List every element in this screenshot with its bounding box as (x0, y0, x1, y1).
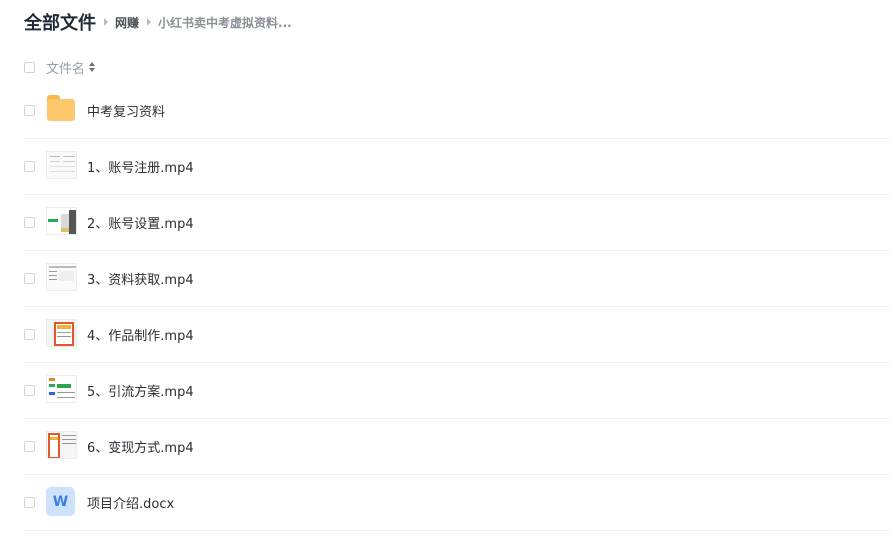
file-name[interactable]: 3、资料获取.mp4 (87, 269, 194, 288)
breadcrumb-separator-icon (104, 18, 108, 26)
video-thumbnail (46, 375, 77, 406)
file-name[interactable]: 1、账号注册.mp4 (87, 157, 194, 176)
file-row[interactable]: 5、引流方案.mp4 (24, 363, 891, 419)
sort-icon[interactable] (89, 62, 96, 72)
row-checkbox[interactable] (24, 105, 35, 116)
breadcrumb-level2[interactable]: 小红书卖中考虚拟资料... (158, 14, 292, 31)
row-checkbox[interactable] (24, 329, 35, 340)
row-checkbox[interactable] (24, 497, 35, 508)
breadcrumb-level1[interactable]: 网赚 (115, 14, 139, 31)
file-name[interactable]: 4、作品制作.mp4 (87, 325, 194, 344)
file-name[interactable]: 项目介绍.docx (87, 493, 174, 512)
row-checkbox[interactable] (24, 161, 35, 172)
row-checkbox[interactable] (24, 441, 35, 452)
video-thumbnail (46, 263, 77, 294)
file-list: 中考复习资料 1、账号注册.mp4 2、账号设置.mp4 3、资料获取.mp4 … (24, 83, 891, 531)
file-row[interactable]: 2、账号设置.mp4 (24, 195, 891, 251)
file-row[interactable]: W 项目介绍.docx (24, 475, 891, 531)
row-checkbox[interactable] (24, 273, 35, 284)
select-all-checkbox[interactable] (24, 61, 35, 73)
row-checkbox[interactable] (24, 385, 35, 396)
video-thumbnail (46, 319, 77, 350)
row-checkbox[interactable] (24, 217, 35, 228)
word-doc-icon: W (46, 487, 77, 518)
folder-icon (46, 95, 77, 126)
video-thumbnail (46, 207, 77, 238)
list-header: 文件名 (24, 58, 96, 77)
file-row[interactable]: 中考复习资料 (24, 83, 891, 139)
breadcrumb-root[interactable]: 全部文件 (24, 9, 96, 35)
column-name-header[interactable]: 文件名 (46, 58, 85, 77)
breadcrumb: 全部文件 网赚 小红书卖中考虚拟资料... (24, 8, 292, 36)
video-thumbnail (46, 431, 77, 462)
breadcrumb-separator-icon (147, 18, 152, 26)
file-row[interactable]: 6、变现方式.mp4 (24, 419, 891, 475)
file-row[interactable]: 3、资料获取.mp4 (24, 251, 891, 307)
file-name[interactable]: 5、引流方案.mp4 (87, 381, 194, 400)
file-name[interactable]: 中考复习资料 (87, 101, 165, 120)
file-name[interactable]: 6、变现方式.mp4 (87, 437, 194, 456)
file-name[interactable]: 2、账号设置.mp4 (87, 213, 194, 232)
video-thumbnail (46, 151, 77, 182)
file-row[interactable]: 1、账号注册.mp4 (24, 139, 891, 195)
file-row[interactable]: 4、作品制作.mp4 (24, 307, 891, 363)
